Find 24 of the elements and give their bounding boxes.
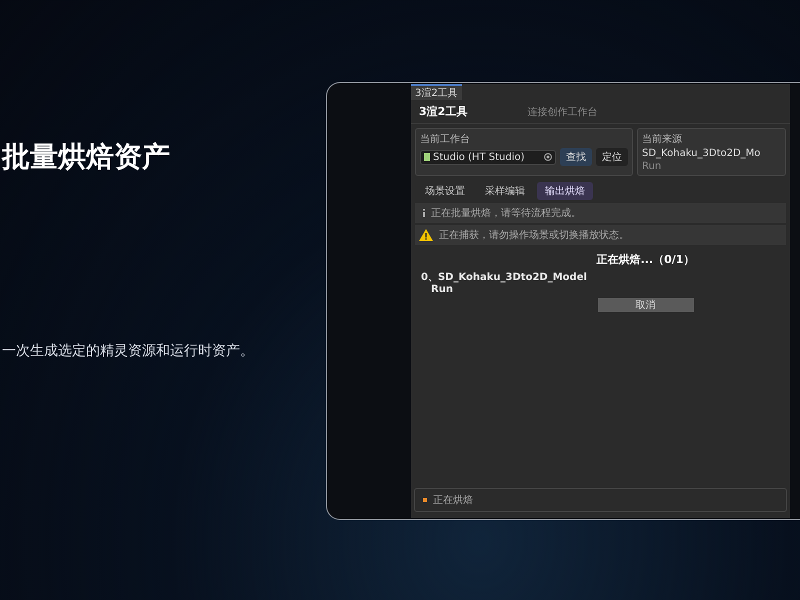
app-subtitle: 连接创作工作台 — [527, 106, 598, 118]
warning-icon — [419, 229, 433, 241]
tab[interactable]: 输出烘焙 — [537, 182, 593, 200]
window-tab[interactable]: 3渲2工具 — [411, 84, 462, 100]
progress-heading: 正在烘焙...（0/1） — [596, 252, 694, 267]
source-label: 当前来源 — [642, 132, 683, 146]
item-detail: Run — [430, 284, 454, 295]
target-icon[interactable] — [544, 153, 552, 161]
workbench-label: 当前工作台 — [420, 132, 471, 146]
tab[interactable]: 采样编辑 — [477, 182, 533, 200]
source-name: SD_Kohaku_3Dto2D_Mo — [642, 148, 762, 159]
source-detail: Run — [642, 161, 662, 172]
slide-title: 批量烘焙资产 — [2, 139, 170, 175]
status-text: 正在烘焙 — [433, 494, 473, 507]
item-name: 0、SD_Kohaku_3Dto2D_Model — [421, 271, 588, 284]
app-title: 3渲2工具 — [419, 104, 468, 119]
find-button[interactable]: 查找 — [560, 148, 592, 166]
cancel-button[interactable]: 取消 — [598, 298, 694, 312]
slide-description: 一次生成选定的精灵资源和运行时资产。 — [2, 342, 254, 360]
notice-text: 正在批量烘焙，请等待流程完成。 — [431, 206, 581, 220]
notice-text: 正在捕获，请勿操作场景或切换播放状态。 — [439, 228, 629, 242]
tab[interactable]: 场景设置 — [417, 182, 473, 200]
workbench-field[interactable]: Studio (HT Studio) — [420, 150, 556, 164]
locate-button[interactable]: 定位 — [596, 148, 628, 166]
